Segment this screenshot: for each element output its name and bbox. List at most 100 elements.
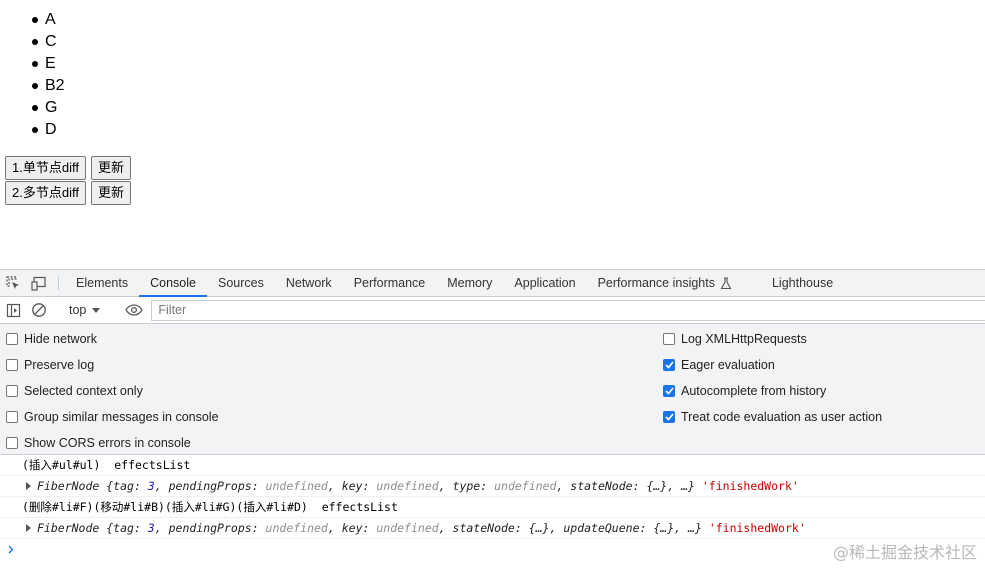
list-item: C — [32, 31, 65, 53]
prompt-icon — [8, 545, 14, 554]
option-label: Show CORS errors in console — [24, 436, 191, 450]
prop-value: {…} — [653, 521, 675, 535]
eager-evaluation-checkbox[interactable] — [663, 359, 675, 371]
console-settings: Hide network Preserve log Selected conte… — [0, 324, 985, 455]
tab-performance-insights-label: Performance insights — [597, 276, 715, 290]
expand-triangle-icon[interactable] — [26, 482, 31, 490]
tab-network[interactable]: Network — [275, 270, 343, 296]
option-label: Eager evaluation — [681, 358, 775, 372]
tab-performance-insights[interactable]: Performance insights — [587, 270, 743, 296]
prop-key: key — [341, 521, 363, 535]
console-object[interactable]: FiberNode {tag: 3, pendingProps: undefin… — [0, 476, 985, 497]
list-item: E — [32, 53, 65, 75]
group-similar-checkbox[interactable] — [6, 411, 18, 423]
prop-key: pendingProps — [168, 521, 252, 535]
option-label: Hide network — [24, 332, 97, 346]
context-selector[interactable]: top — [65, 303, 108, 317]
filter-input[interactable]: Filter — [151, 299, 985, 321]
prop-value: undefined — [376, 521, 439, 535]
eye-icon[interactable] — [121, 304, 147, 316]
chevron-down-icon — [92, 307, 101, 313]
context-selector-value: top — [69, 303, 87, 317]
list-item: D — [32, 119, 65, 141]
option-autocomplete-history[interactable]: Autocomplete from history — [663, 383, 826, 399]
log-string: 'finishedWork' — [708, 521, 806, 535]
single-node-diff-button[interactable]: 1.单节点diff — [5, 156, 86, 180]
option-preserve-log[interactable]: Preserve log — [6, 357, 94, 373]
expand-triangle-icon[interactable] — [26, 524, 31, 532]
prop-value: undefined — [265, 479, 328, 493]
toolbar-divider — [58, 276, 59, 290]
multi-node-diff-button[interactable]: 2.多节点diff — [5, 181, 86, 205]
flask-icon — [720, 276, 732, 290]
cors-errors-checkbox[interactable] — [6, 437, 18, 449]
option-selected-context[interactable]: Selected context only — [6, 383, 143, 399]
prop-key: stateNode — [452, 521, 515, 535]
devtools-tabbar: Elements Console Sources Network Perform… — [0, 270, 985, 297]
clear-icon[interactable] — [26, 302, 52, 318]
list-item: A — [32, 9, 65, 31]
button-row-multi: 2.多节点diff 更新 — [5, 181, 131, 205]
prop-value: {…} — [646, 479, 668, 493]
object-type: FiberNode — [37, 521, 100, 535]
autocomplete-history-checkbox[interactable] — [663, 385, 675, 397]
option-label: Treat code evaluation as user action — [681, 410, 883, 424]
tab-performance[interactable]: Performance — [343, 270, 437, 296]
prop-value: undefined — [494, 479, 557, 493]
single-update-button[interactable]: 更新 — [90, 156, 131, 180]
hide-network-checkbox[interactable] — [6, 333, 18, 345]
devtools-panel: Elements Console Sources Network Perform… — [0, 269, 985, 570]
prop-key: type — [452, 479, 481, 493]
option-log-xhr[interactable]: Log XMLHttpRequests — [663, 331, 807, 347]
button-row-single: 1.单节点diff 更新 — [5, 156, 131, 180]
log-text: (删除#li#F)(移动#li#B)(插入#li#G)(插入#li#D) eff… — [22, 500, 398, 514]
console-object[interactable]: FiberNode {tag: 3, pendingProps: undefin… — [0, 518, 985, 539]
option-eager-evaluation[interactable]: Eager evaluation — [663, 357, 775, 373]
console-message: (插入#ul#ul) effectsList — [0, 455, 985, 476]
watermark: @稀土掘金技术社区 — [832, 543, 977, 562]
option-label: Group similar messages in console — [24, 410, 219, 424]
tab-application[interactable]: Application — [503, 270, 586, 296]
tab-memory[interactable]: Memory — [436, 270, 503, 296]
list-item: B2 — [32, 75, 65, 97]
prop-key: pendingProps — [168, 479, 252, 493]
prop-value: undefined — [265, 521, 328, 535]
option-treat-code-eval[interactable]: Treat code evaluation as user action — [663, 409, 882, 425]
option-label: Preserve log — [24, 358, 95, 372]
page-content: A C E B2 G D 1.单节点diff 更新 2.多节点diff 更新 — [0, 0, 985, 270]
tab-sources[interactable]: Sources — [207, 270, 275, 296]
node-list: A C E B2 G D — [32, 9, 65, 141]
prop-value: undefined — [376, 479, 439, 493]
inspect-icon[interactable] — [0, 270, 26, 296]
tab-lighthouse[interactable]: Lighthouse — [761, 270, 844, 296]
option-hide-network[interactable]: Hide network — [6, 331, 97, 347]
tag-value: 3 — [147, 521, 155, 535]
console-toolbar: top Filter — [0, 297, 985, 324]
multi-update-button[interactable]: 更新 — [90, 181, 131, 205]
object-type: FiberNode — [37, 479, 100, 493]
prop-key: stateNode — [570, 479, 633, 493]
object-tail: …} — [681, 479, 695, 493]
device-toggle-icon[interactable] — [26, 270, 52, 296]
tab-console[interactable]: Console — [139, 270, 207, 297]
log-xhr-checkbox[interactable] — [663, 333, 675, 345]
prop-key: key — [341, 479, 363, 493]
log-string: 'finishedWork' — [701, 479, 799, 493]
option-label: Autocomplete from history — [681, 384, 827, 398]
option-cors-errors[interactable]: Show CORS errors in console — [6, 435, 191, 451]
preserve-log-checkbox[interactable] — [6, 359, 18, 371]
tag-value: 3 — [147, 479, 155, 493]
option-label: Selected context only — [24, 384, 143, 398]
object-tail: …} — [688, 521, 702, 535]
tab-elements[interactable]: Elements — [65, 270, 139, 296]
console-message: (删除#li#F)(移动#li#B)(插入#li#G)(插入#li#D) eff… — [0, 497, 985, 518]
prop-value: {…} — [528, 521, 550, 535]
list-item: G — [32, 97, 65, 119]
log-text: (插入#ul#ul) effectsList — [22, 458, 191, 472]
option-group-similar[interactable]: Group similar messages in console — [6, 409, 219, 425]
selected-context-checkbox[interactable] — [6, 385, 18, 397]
prop-key: updateQuene — [563, 521, 640, 535]
treat-code-eval-checkbox[interactable] — [663, 411, 675, 423]
option-label: Log XMLHttpRequests — [681, 332, 807, 346]
sidebar-icon[interactable] — [0, 303, 26, 318]
